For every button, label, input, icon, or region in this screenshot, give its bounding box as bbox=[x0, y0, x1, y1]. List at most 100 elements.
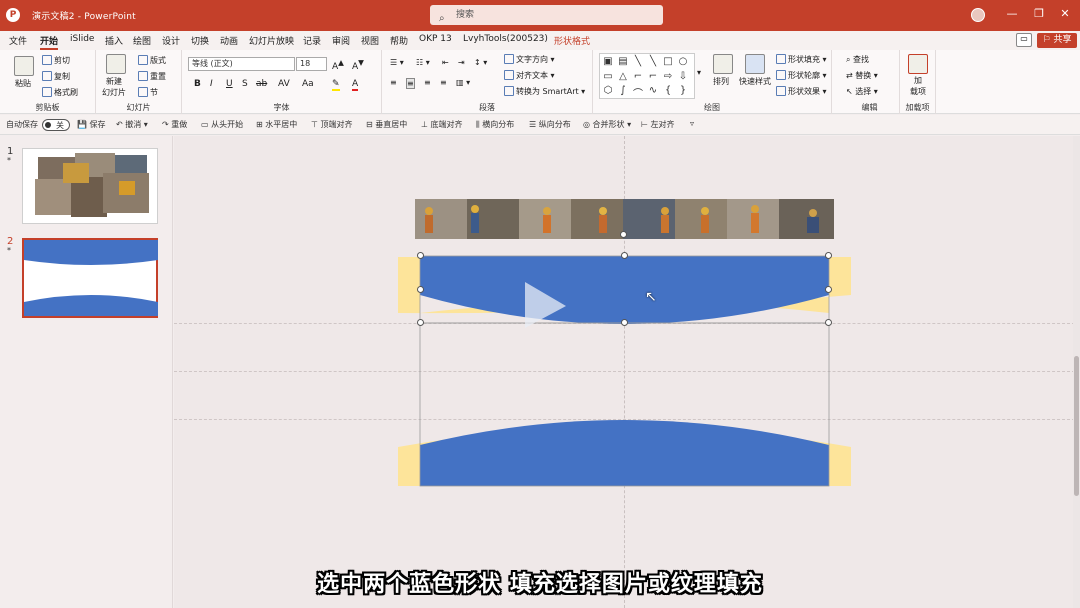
redo-button[interactable]: ↷ 重做 bbox=[162, 119, 187, 130]
select-button[interactable]: ↖ 选择 ▾ bbox=[846, 86, 878, 97]
tab-shape-format[interactable]: 形状格式 bbox=[554, 34, 590, 47]
down-arrow-shape-icon[interactable]: ⇩ bbox=[677, 71, 689, 82]
shape-fill-button[interactable]: 形状填充 ▾ bbox=[776, 54, 827, 65]
grow-font-button[interactable]: A▲ bbox=[332, 58, 344, 72]
comment-icon[interactable]: ▭ bbox=[1016, 33, 1032, 47]
restore-button[interactable]: ❐ bbox=[1029, 7, 1049, 20]
tab-help[interactable]: 帮助 bbox=[390, 34, 408, 47]
bottom-blue-shape[interactable] bbox=[420, 420, 829, 486]
highlight-icon[interactable]: ✎ bbox=[332, 79, 340, 91]
right-arrow-shape-icon[interactable]: ⇨ bbox=[662, 71, 674, 82]
search-box[interactable]: ⌕ 搜索 bbox=[430, 5, 663, 25]
tab-transitions[interactable]: 切换 bbox=[191, 34, 209, 47]
line-shape-icon[interactable]: ╲ bbox=[632, 56, 644, 67]
share-button[interactable]: ⚐ 共享 bbox=[1037, 33, 1077, 48]
shape-effects-button[interactable]: 形状效果 ▾ bbox=[776, 86, 827, 97]
section-button[interactable]: 节 bbox=[138, 87, 158, 98]
text-direction-button[interactable]: 文字方向 ▾ bbox=[504, 54, 555, 65]
shape-outline-button[interactable]: 形状轮廓 ▾ bbox=[776, 70, 827, 81]
octagon-shape-icon[interactable]: ⬡ bbox=[602, 85, 614, 96]
oval-shape-icon[interactable]: ○ bbox=[677, 56, 689, 67]
close-button[interactable]: ✕ bbox=[1055, 7, 1075, 20]
customize-qat-icon[interactable]: ▿ bbox=[690, 119, 694, 128]
brace-left-shape-icon[interactable]: { bbox=[662, 85, 674, 96]
find-button[interactable]: ⌕ 查找 bbox=[846, 54, 869, 65]
align-left-icon[interactable]: ≡ bbox=[390, 78, 397, 87]
tab-animations[interactable]: 动画 bbox=[220, 34, 238, 47]
resize-handle[interactable] bbox=[825, 286, 832, 293]
copy-button[interactable]: 复制 bbox=[42, 71, 70, 82]
arc-shape-icon[interactable]: ⌒ bbox=[632, 85, 644, 100]
autosave-toggle[interactable]: 关 bbox=[42, 119, 70, 131]
resize-handle[interactable] bbox=[825, 252, 832, 259]
tab-view[interactable]: 视图 bbox=[361, 34, 379, 47]
resize-handle[interactable] bbox=[825, 319, 832, 326]
cut-button[interactable]: 剪切 bbox=[42, 55, 70, 66]
align-text-button[interactable]: 对齐文本 ▾ bbox=[504, 70, 555, 81]
merge-shapes-button[interactable]: ◎ 合并形状 ▾ bbox=[583, 119, 631, 130]
shadow-button[interactable]: S bbox=[242, 79, 248, 89]
rectangle-shape-icon[interactable]: □ bbox=[662, 56, 674, 67]
font-size-field[interactable]: 18 bbox=[296, 57, 327, 71]
justify-icon[interactable]: ≡ bbox=[440, 78, 447, 87]
scrollbar-thumb[interactable] bbox=[1074, 356, 1079, 496]
tab-review[interactable]: 审阅 bbox=[332, 34, 350, 47]
arrange-button[interactable]: 排列 bbox=[713, 76, 729, 87]
spacing-button[interactable]: AV bbox=[278, 79, 290, 89]
resize-handle[interactable] bbox=[417, 286, 424, 293]
reset-button[interactable]: 重置 bbox=[138, 71, 166, 82]
tab-okp[interactable]: OKP 13 bbox=[419, 34, 452, 44]
vertical-textbox-shape-icon[interactable]: ▤ bbox=[617, 56, 629, 67]
rotate-handle[interactable] bbox=[620, 231, 627, 238]
distribute-h-button[interactable]: ⫼ 横向分布 bbox=[476, 119, 514, 130]
slide-thumbnail-2[interactable] bbox=[22, 238, 158, 318]
resize-handle[interactable] bbox=[417, 252, 424, 259]
tab-slideshow[interactable]: 幻灯片放映 bbox=[249, 34, 294, 47]
paste-button[interactable]: 粘贴 bbox=[15, 78, 31, 89]
tab-lvyhtools[interactable]: LvyhTools(200523) bbox=[463, 34, 548, 44]
slide-thumbnail-1[interactable] bbox=[22, 148, 158, 224]
connector-shape-icon[interactable]: ⌐ bbox=[632, 71, 644, 82]
tab-draw[interactable]: 绘图 bbox=[133, 34, 151, 47]
tab-design[interactable]: 设计 bbox=[162, 34, 180, 47]
addins-button[interactable]: 加 载项 bbox=[910, 75, 926, 97]
font-color-button[interactable]: A bbox=[352, 79, 359, 91]
curve-shape-icon[interactable]: ∫ bbox=[617, 85, 629, 96]
bullets-icon[interactable]: ☰ ▾ bbox=[390, 58, 404, 67]
align-bottom-button[interactable]: ⊥ 底端对齐 bbox=[421, 119, 463, 130]
undo-button[interactable]: ↶ 撤消 ▾ bbox=[116, 119, 148, 130]
align-left-button[interactable]: ⊢ 左对齐 bbox=[641, 119, 675, 130]
case-button[interactable]: Aa bbox=[302, 79, 314, 89]
from-start-button[interactable]: ▭ 从头开始 bbox=[201, 119, 243, 130]
avatar[interactable] bbox=[971, 8, 985, 22]
tab-file[interactable]: 文件 bbox=[9, 34, 27, 47]
strike-button[interactable]: ab bbox=[256, 79, 267, 89]
save-button[interactable]: 💾 保存 bbox=[77, 119, 106, 130]
shrink-font-button[interactable]: A▼ bbox=[352, 58, 364, 72]
center-h-button[interactable]: ⊞ 水平居中 bbox=[256, 119, 297, 130]
align-top-button[interactable]: ⊤ 顶端对齐 bbox=[311, 119, 353, 130]
tab-insert[interactable]: 插入 bbox=[105, 34, 123, 47]
brace-right-shape-icon[interactable]: } bbox=[677, 85, 689, 96]
format-painter-button[interactable]: 格式刷 bbox=[42, 87, 78, 98]
columns-icon[interactable]: ▥ ▾ bbox=[456, 78, 470, 87]
layout-button[interactable]: 版式 bbox=[138, 55, 166, 66]
line-spacing-icon[interactable]: ↕ ▾ bbox=[474, 58, 487, 67]
elbow-shape-icon[interactable]: ⌐ bbox=[647, 71, 659, 82]
italic-button[interactable]: I bbox=[210, 79, 213, 89]
indent-increase-icon[interactable]: ⇥ bbox=[458, 58, 465, 67]
resize-handle[interactable] bbox=[621, 252, 628, 259]
vertical-scrollbar[interactable] bbox=[1073, 136, 1080, 608]
tab-home[interactable]: 开始 bbox=[40, 34, 59, 50]
shape-gallery[interactable]: ▣ ▤ ╲ ╲ □ ○ ▭ △ ⌐ ⌐ ⇨ ⇩ ⬡ ∫ ⌒ ∿ { } bbox=[599, 53, 695, 100]
bold-button[interactable]: B bbox=[194, 79, 201, 89]
new-slide-button[interactable]: 新建 幻灯片 bbox=[102, 76, 126, 98]
smartart-button[interactable]: 转换为 SmartArt ▾ bbox=[504, 86, 585, 97]
arrow-line-shape-icon[interactable]: ╲ bbox=[647, 56, 659, 67]
tab-record[interactable]: 记录 bbox=[303, 34, 321, 47]
resize-handle[interactable] bbox=[417, 319, 424, 326]
top-blue-shape[interactable] bbox=[420, 256, 829, 324]
font-name-field[interactable]: 等线 (正文) bbox=[188, 57, 295, 71]
rect2-shape-icon[interactable]: ▭ bbox=[602, 71, 614, 82]
triangle-shape-icon[interactable]: △ bbox=[617, 71, 629, 82]
